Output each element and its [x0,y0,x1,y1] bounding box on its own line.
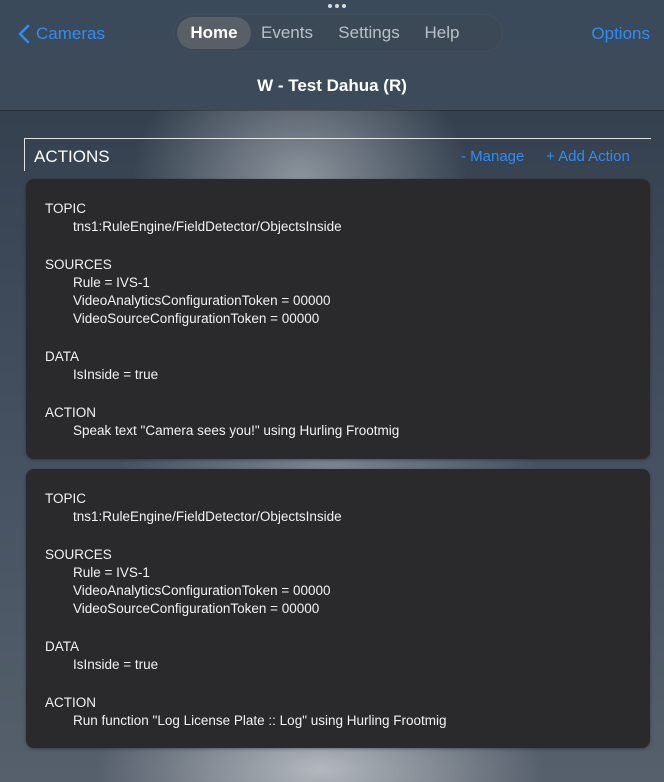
tab-events[interactable]: Events [251,17,323,49]
section-tab-bar: Home Events Settings Help [173,14,503,52]
data-label: DATA [45,639,80,654]
action-value: Speak text "Camera sees you!" using Hurl… [73,423,400,438]
tab-help[interactable]: Help [415,17,469,49]
topic-value: tns1:RuleEngine/FieldDetector/ObjectsIns… [73,509,342,524]
data-section: DATA IsInside = true [45,348,399,384]
tab-settings[interactable]: Settings [323,17,415,49]
data-label: DATA [45,349,80,364]
topic-section: TOPIC tns1:RuleEngine/FieldDetector/Obje… [45,490,447,526]
action-section: ACTION Speak text "Camera sees you!" usi… [45,404,399,440]
source-video-token: VideoSourceConfigurationToken = 00000 [73,601,320,616]
source-rule: Rule = IVS-1 [73,275,150,290]
data-section: DATA IsInside = true [45,638,447,674]
action-card[interactable]: TOPIC tns1:RuleEngine/FieldDetector/Obje… [26,469,650,748]
sources-section: SOURCES Rule = IVS-1 VideoAnalyticsConfi… [45,546,447,618]
manage-actions-button[interactable]: - Manage [461,148,524,165]
action-label: ACTION [45,405,97,420]
back-button-label: Cameras [36,24,105,43]
topic-label: TOPIC [45,491,87,506]
chevron-left-icon [18,24,30,44]
action-value: Run function "Log License Plate :: Log" … [73,713,447,728]
topic-label: TOPIC [45,201,87,216]
actions-title: ACTIONS [34,147,110,166]
source-video-token: VideoSourceConfigurationToken = 00000 [73,311,320,326]
sources-section: SOURCES Rule = IVS-1 VideoAnalyticsConfi… [45,256,399,328]
source-rule: Rule = IVS-1 [73,565,150,580]
page-title: W - Test Dahua (R) [257,76,407,95]
tab-home[interactable]: Home [177,17,251,49]
more-dots-icon[interactable] [328,4,346,8]
topic-section: TOPIC tns1:RuleEngine/FieldDetector/Obje… [45,200,399,236]
source-analytics-token: VideoAnalyticsConfigurationToken = 00000 [73,293,331,308]
topic-value: tns1:RuleEngine/FieldDetector/ObjectsIns… [73,219,342,234]
action-section: ACTION Run function "Log License Plate :… [45,694,447,730]
data-value: IsInside = true [73,367,159,382]
back-to-cameras-button[interactable]: Cameras [18,22,105,46]
sources-label: SOURCES [45,257,112,272]
navigation-bar: Cameras Home Events Settings Help Option… [0,0,664,110]
options-button[interactable]: Options [591,24,650,44]
action-card[interactable]: TOPIC tns1:RuleEngine/FieldDetector/Obje… [26,179,650,459]
action-label: ACTION [45,695,97,710]
data-value: IsInside = true [73,657,159,672]
actions-section-header: ACTIONS - Manage + Add Action [24,138,651,171]
source-analytics-token: VideoAnalyticsConfigurationToken = 00000 [73,583,331,598]
add-action-button[interactable]: + Add Action [546,148,630,165]
sources-label: SOURCES [45,547,112,562]
